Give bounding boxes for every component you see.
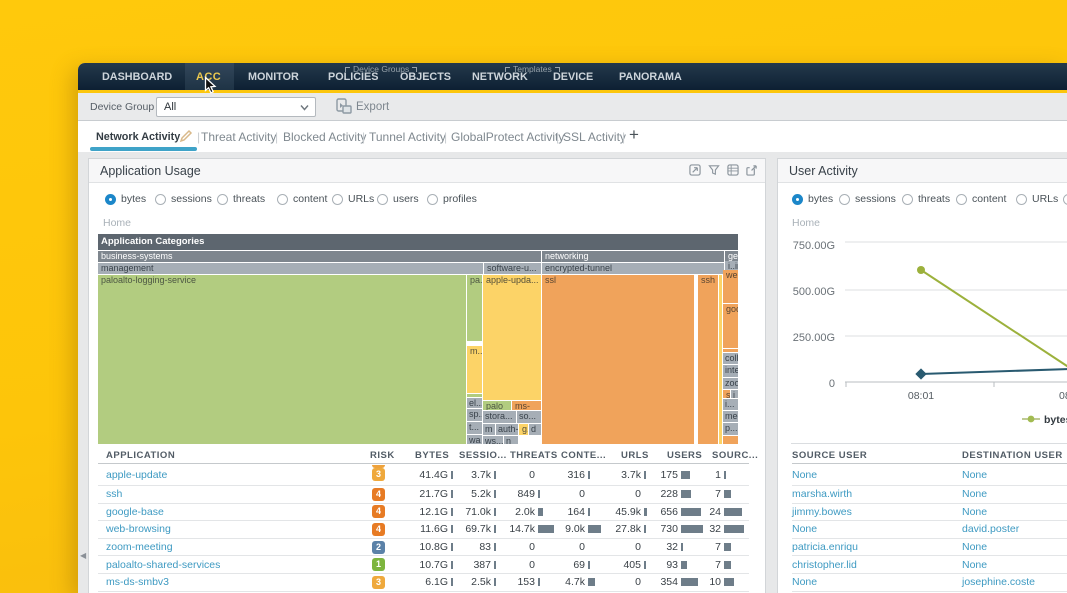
svg-text:08:01: 08:01: [908, 390, 934, 402]
svg-text:750.00G: 750.00G: [793, 240, 835, 252]
svg-text:0: 0: [829, 378, 835, 390]
svg-text:500.00G: 500.00G: [793, 286, 835, 298]
svg-text:08: 08: [1059, 390, 1067, 402]
svg-text:250.00G: 250.00G: [793, 332, 835, 344]
svg-text:bytes: bytes: [1044, 414, 1067, 426]
